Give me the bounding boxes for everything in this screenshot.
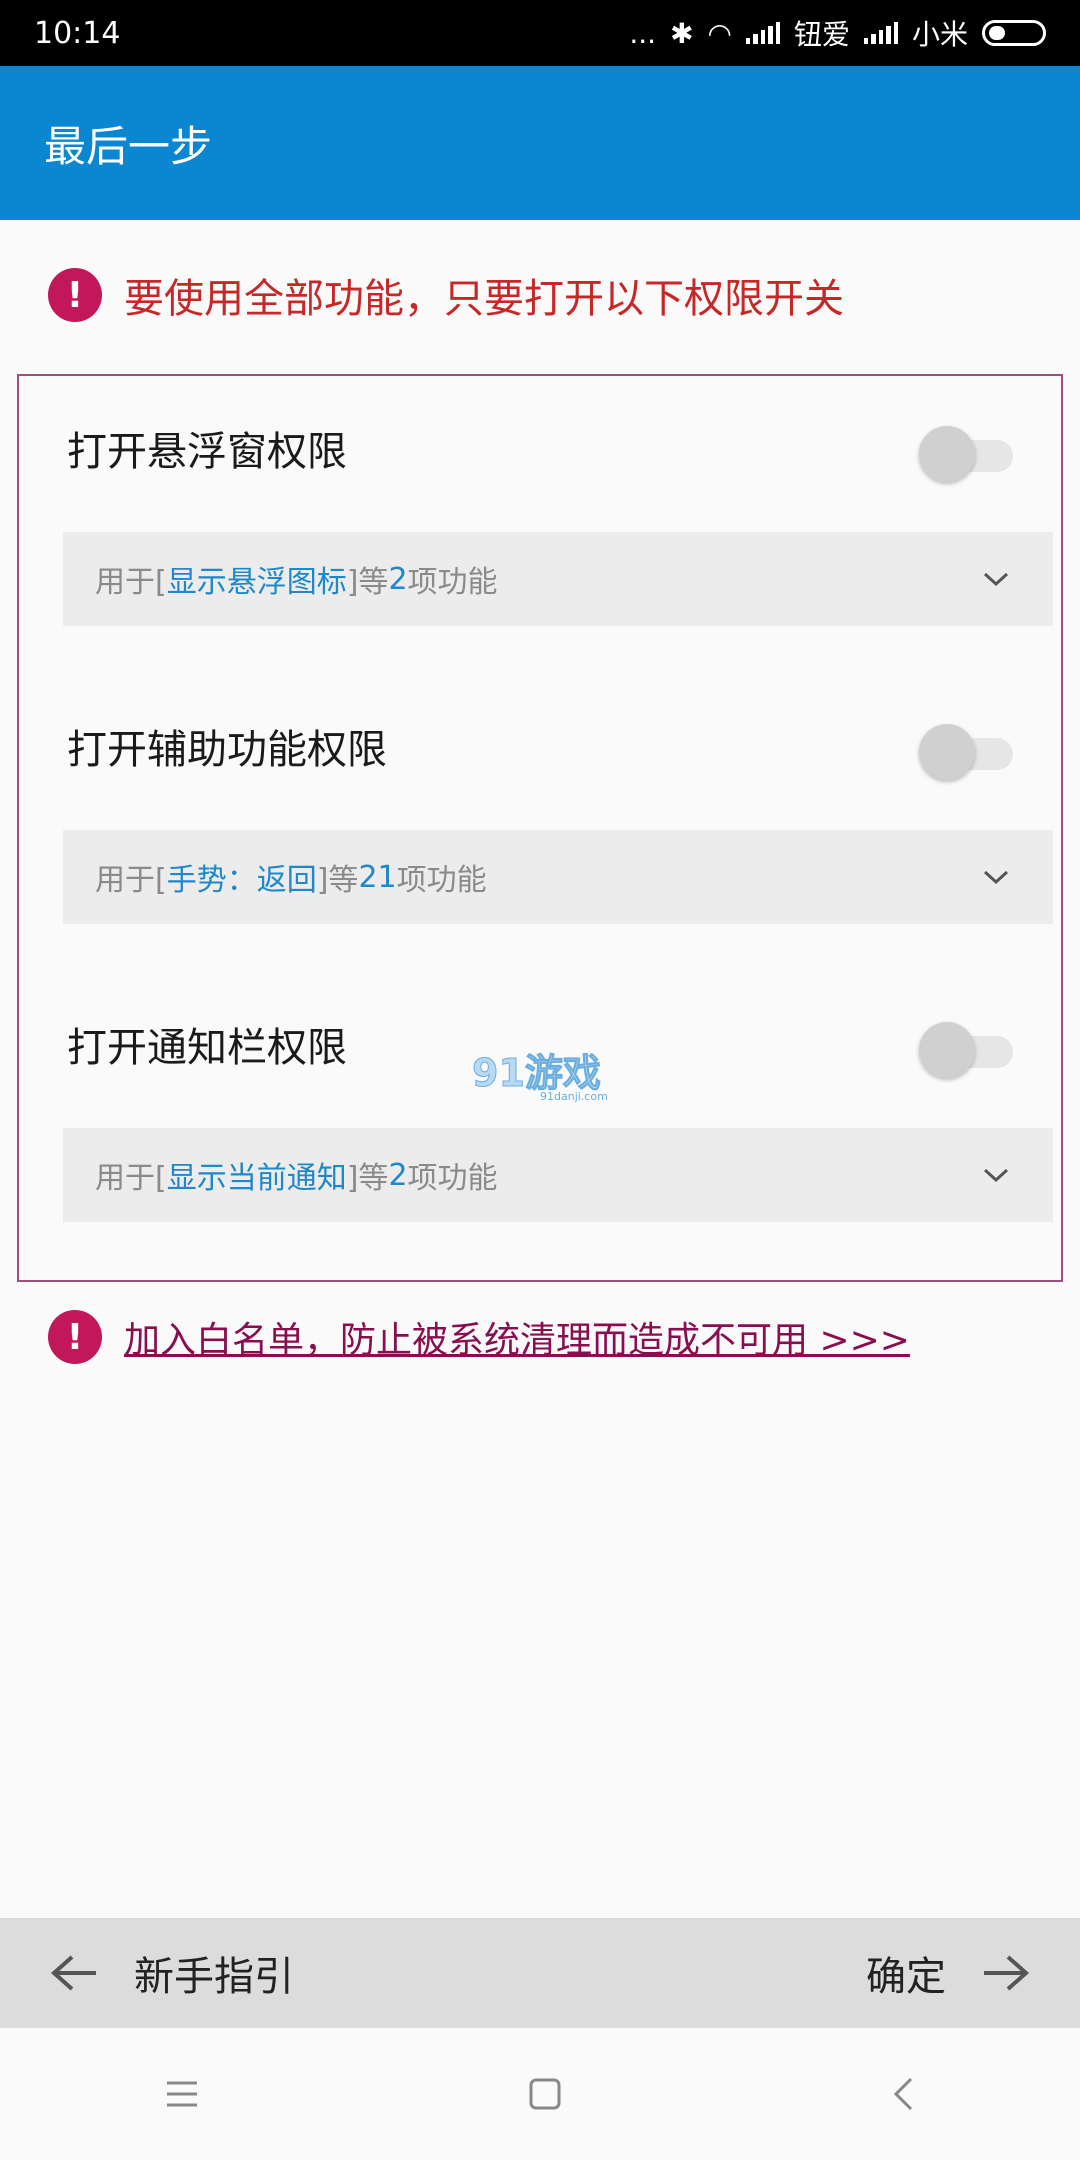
- arrow-right-icon: [984, 1955, 1030, 1991]
- system-navigation-bar: [0, 2028, 1080, 2160]
- permissions-card: 打开悬浮窗权限 用于[显示悬浮图标]等 2 项功能 打开辅助功能权限 用于[手势：返…: [17, 374, 1063, 1282]
- more-dots-icon: ...: [629, 16, 657, 50]
- detail-count: 21: [358, 859, 397, 895]
- wifi-icon: ◠: [707, 16, 732, 50]
- notice-text: 要使用全部功能，只要打开以下权限开关: [124, 276, 844, 322]
- page-title: 最后一步: [44, 121, 213, 171]
- toggle-thumb: [919, 724, 975, 780]
- watermark-text: 91游戏: [472, 1051, 601, 1095]
- confirm-button[interactable]: 确定: [866, 1944, 1030, 2002]
- carrier-1: 钮爱: [793, 18, 850, 51]
- bluetooth-icon: ✱: [670, 16, 694, 50]
- alert-icon: !: [48, 268, 102, 322]
- carrier-2: 小米: [911, 18, 968, 51]
- status-bar: 10:14 ... ✱ ◠ 钮爱 小米: [0, 0, 1080, 66]
- battery-icon: [982, 20, 1046, 46]
- permission-title: 打开通知栏权限: [67, 1025, 347, 1071]
- alert-icon: !: [48, 1310, 102, 1364]
- menu-icon[interactable]: [165, 2080, 199, 2108]
- detail-prefix: 用于[: [95, 1161, 167, 1196]
- chevron-down-icon: [983, 572, 1009, 587]
- status-icons: ... ✱ ◠ 钮爱 小米: [629, 13, 1046, 53]
- chevron-down-icon: [983, 870, 1009, 885]
- detail-prefix: 用于[: [95, 863, 167, 898]
- guide-label: 新手指引: [134, 1954, 294, 2000]
- back-icon[interactable]: [891, 2076, 915, 2112]
- detail-count: 2: [388, 561, 408, 597]
- permission-detail-expander[interactable]: 用于[手势：返回]等 21 项功能: [63, 830, 1053, 924]
- detail-count: 2: [388, 1157, 408, 1193]
- confirm-label: 确定: [866, 1954, 946, 2000]
- chevron-down-icon: [983, 1168, 1009, 1183]
- detail-highlight: 显示当前通知: [166, 1161, 347, 1196]
- detail-highlight: 显示悬浮图标: [166, 565, 347, 600]
- permission-detail-expander[interactable]: 用于[显示悬浮图标]等 2 项功能: [63, 532, 1053, 626]
- arrow-left-icon: [50, 1955, 96, 1991]
- floating-window-toggle[interactable]: [919, 426, 1013, 482]
- signal-icon-2: [863, 22, 899, 44]
- watermark-sub: 91danji.com: [540, 1090, 608, 1103]
- watermark-logo: 91游戏 91danji.com: [470, 1048, 620, 1106]
- detail-suffix: 项功能: [407, 565, 498, 600]
- toggle-thumb: [919, 1022, 975, 1078]
- whitelist-row: ! 加入白名单，防止被系统清理而造成不可用 >>>: [48, 1310, 910, 1364]
- detail-mid: ]等: [346, 565, 389, 600]
- permission-title: 打开辅助功能权限: [67, 727, 387, 773]
- signal-icon: [745, 22, 780, 44]
- detail-prefix: 用于[: [95, 565, 167, 600]
- guide-button[interactable]: 新手指引: [50, 1944, 294, 2002]
- permission-title: 打开悬浮窗权限: [67, 429, 347, 475]
- status-time: 10:14: [34, 15, 121, 51]
- accessibility-toggle[interactable]: [919, 724, 1013, 780]
- detail-highlight: 手势：返回: [166, 863, 317, 898]
- detail-suffix: 项功能: [396, 863, 487, 898]
- permission-notice: ! 要使用全部功能，只要打开以下权限开关: [48, 266, 844, 324]
- detail-suffix: 项功能: [407, 1161, 498, 1196]
- detail-mid: ]等: [346, 1161, 389, 1196]
- bottom-navigation: 新手指引 确定: [0, 1918, 1080, 2028]
- app-bar: 最后一步: [0, 66, 1080, 220]
- toggle-thumb: [919, 426, 975, 482]
- whitelist-link[interactable]: 加入白名单，防止被系统清理而造成不可用 >>>: [124, 1311, 910, 1363]
- home-icon[interactable]: [528, 2077, 562, 2111]
- notification-toggle[interactable]: [919, 1022, 1013, 1078]
- permission-detail-expander[interactable]: 用于[显示当前通知]等 2 项功能: [63, 1128, 1053, 1222]
- detail-mid: ]等: [316, 863, 359, 898]
